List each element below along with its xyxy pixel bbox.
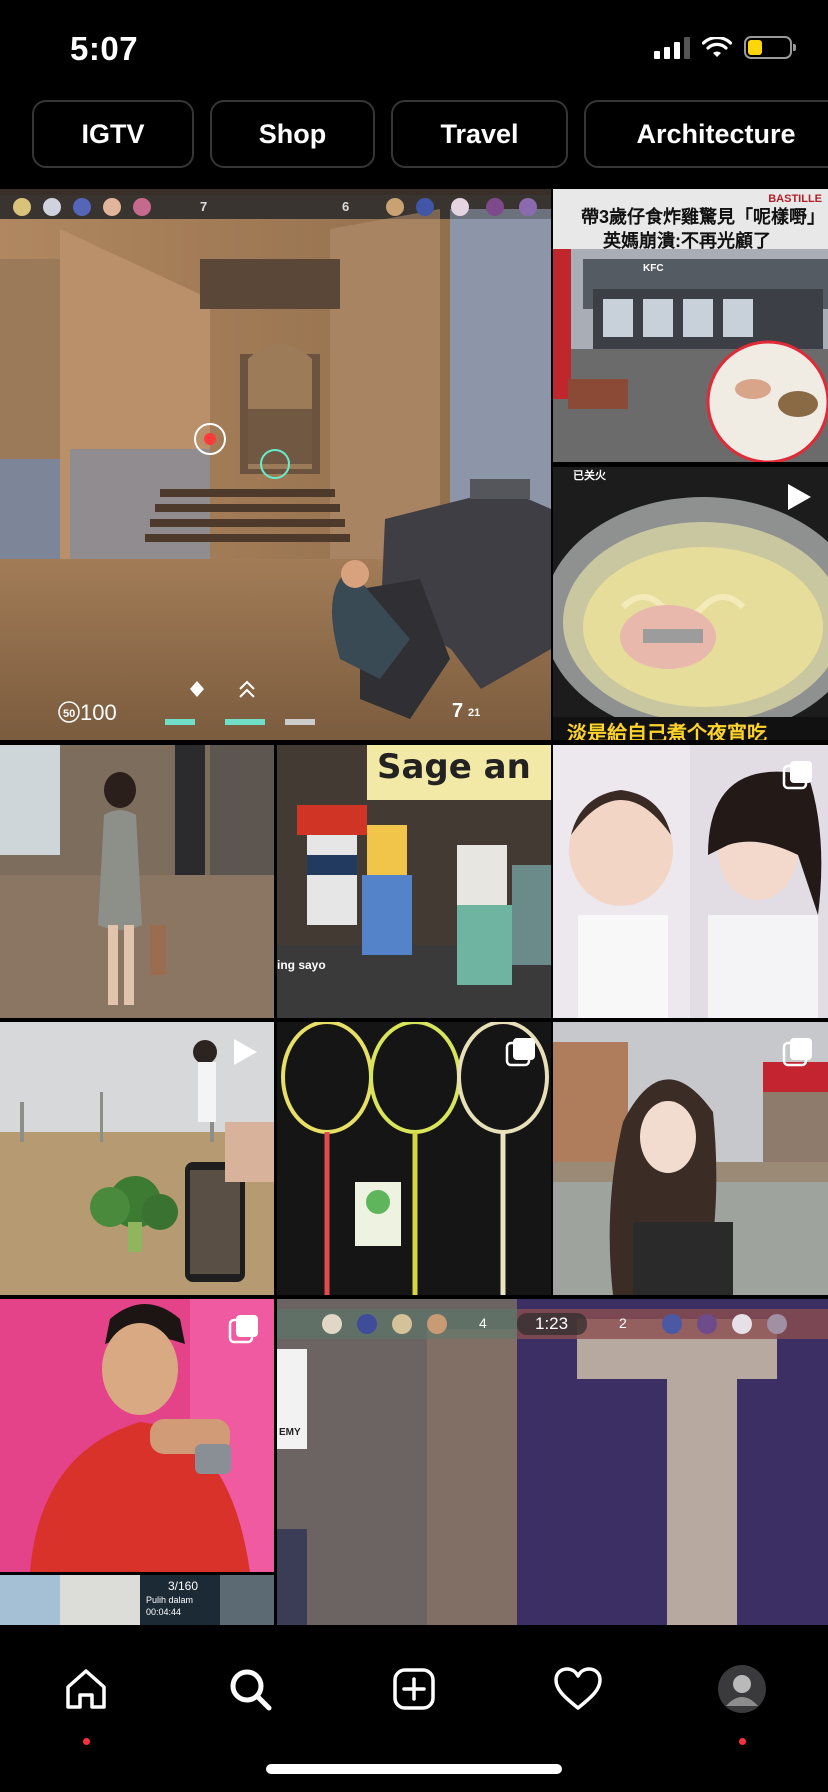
post-game-fps-large[interactable]: 50 100 7 21 7 6 (0, 189, 551, 740)
video-play-icon (234, 1039, 257, 1065)
hud-left-score: 7 (200, 199, 208, 214)
hud2-left-score: 4 (479, 1315, 487, 1331)
video-play-icon (788, 484, 811, 510)
news-headline-2: 英媽崩潰:不再光顧了 (603, 231, 771, 251)
create-post-icon (393, 1668, 435, 1710)
carousel-icon (782, 761, 812, 790)
roblox-sign-text: Sage an (377, 747, 531, 787)
profile-avatar (718, 1665, 766, 1713)
menu-counter: 3/160 (168, 1579, 199, 1593)
battery-icon (744, 36, 796, 59)
hallway-portrait-image (0, 745, 274, 1018)
hud2-side-text: EMY (279, 1427, 301, 1438)
hud-reserve-value: 21 (468, 707, 481, 719)
chip-architecture[interactable]: Architecture (584, 100, 828, 168)
nav-create[interactable] (374, 1649, 454, 1729)
kfc-sign: KFC (643, 263, 664, 274)
game-menu-image (0, 1575, 274, 1625)
carousel-icon (782, 1038, 812, 1067)
post-woman-hallway[interactable] (0, 745, 274, 1018)
game-scene-image (0, 189, 551, 740)
hud-ammo-value: 7 (452, 700, 464, 722)
post-game-menu[interactable]: 3/160 Pulih dalam 00:04:44 (0, 1575, 274, 1625)
menu-line1: Pulih dalam (146, 1595, 194, 1605)
profile-notification-dot (739, 1738, 746, 1745)
nav-profile[interactable] (702, 1649, 782, 1745)
hud-right-score: 6 (342, 199, 350, 214)
status-icons (654, 36, 796, 59)
post-news-kfc[interactable]: BASTILLE 帶3歲仔食炸雞驚見「呢樣嘢」 英媽崩潰:不再光顧了 KFC (553, 189, 828, 462)
post-cooking-noodles[interactable]: 已关火 淡是給自己煮个夜宵吃 (553, 467, 828, 740)
hud2-timer: 1:23 (535, 1314, 569, 1333)
hud-shield-value: 50 (63, 708, 76, 720)
home-indicator[interactable] (266, 1764, 562, 1774)
carousel-icon (505, 1038, 535, 1067)
nav-search[interactable] (210, 1649, 290, 1729)
chip-shop[interactable]: Shop (210, 100, 375, 168)
wifi-icon (702, 36, 732, 57)
explore-grid: 50 100 7 21 7 6 BASTILLE 帶3歲仔食炸雞驚見「呢樣嘢」 … (0, 189, 828, 1625)
menu-line2: 00:04:44 (146, 1607, 182, 1617)
status-bar: 5:07 (0, 0, 828, 96)
chip-igtv[interactable]: IGTV (32, 100, 194, 168)
post-man-red-shirt[interactable] (0, 1299, 274, 1572)
post-broccoli-illusion[interactable] (0, 1022, 274, 1295)
home-icon (66, 1669, 106, 1709)
nav-home[interactable] (46, 1649, 126, 1745)
noodles-caption: 淡是給自己煮个夜宵吃 (567, 723, 767, 740)
post-woman-canal[interactable] (553, 1022, 828, 1295)
nav-activity[interactable] (538, 1649, 618, 1729)
cellular-signal-icon (654, 36, 690, 59)
status-time: 5:07 (70, 30, 139, 67)
game-scene-image-2 (277, 1299, 828, 1625)
hud-health-value: 100 (80, 700, 117, 725)
news-headline-1: 帶3歲仔食炸雞驚見「呢樣嘢」 (581, 207, 826, 227)
home-notification-dot (83, 1738, 90, 1745)
roblox-caption: ing sayo (277, 958, 326, 972)
heart-icon (554, 1667, 602, 1710)
post-badminton-rackets[interactable] (277, 1022, 551, 1295)
carousel-icon (228, 1315, 258, 1344)
category-chips: IGTV Shop Travel Architecture (32, 100, 828, 168)
post-game-fps-large-2[interactable]: 1:23 4 2 EMY (277, 1299, 828, 1625)
hud2-right-score: 2 (619, 1315, 627, 1331)
chip-travel[interactable]: Travel (391, 100, 568, 168)
search-icon (230, 1669, 272, 1711)
post-baby-and-woman[interactable] (553, 745, 828, 1018)
post-roblox-characters[interactable]: Sage an ing sayo (277, 745, 551, 1018)
noodles-overlay-top: 已关火 (573, 470, 606, 482)
